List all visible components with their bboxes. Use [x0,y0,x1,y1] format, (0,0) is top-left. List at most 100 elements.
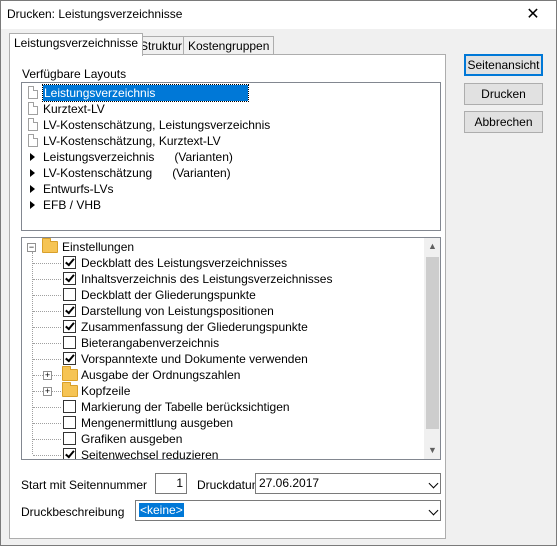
tree-root-label: Einstellungen [62,240,135,254]
expand-icon[interactable]: + [43,387,52,396]
checkmark-icon [65,304,75,315]
list-item-label: LV-Kostenschätzung, Kurztext-LV [43,134,221,148]
document-icon [28,86,38,99]
list-item-label: Kurztext-LV [43,102,105,116]
tree-item-label: Kopfzeile [81,384,131,398]
print-date-label: Druckdatum [197,478,262,492]
scroll-down-icon[interactable]: ▼ [424,442,440,459]
checkbox[interactable] [63,304,76,317]
tab-leistungsverzeichnisse[interactable]: Leistungsverzeichnisse [9,33,144,56]
start-page-label: Start mit Seitennummer [21,478,148,492]
checkbox[interactable] [63,416,76,429]
checkbox[interactable] [63,272,76,285]
tab-kostengruppen[interactable]: Kostengruppen [183,36,275,56]
list-item-label: LV-Kostenschätzung (Varianten) [43,166,231,180]
tree-item[interactable]: Deckblatt des Leistungsverzeichnisses [22,255,422,271]
collapse-icon[interactable]: − [27,243,36,252]
checkbox[interactable] [63,256,76,269]
checkbox[interactable] [63,352,76,365]
list-item[interactable]: Entwurfs-LVs [22,181,432,197]
tree-item-label: Inhaltsverzeichnis des Leistungsverzeich… [81,272,333,286]
list-item[interactable]: EFB / VHB [22,197,432,213]
window-title: Drucken: Leistungsverzeichnisse [7,7,183,21]
close-icon[interactable]: ✕ [510,1,556,29]
tree-item[interactable]: + Kopfzeile [22,382,422,399]
list-item[interactable]: LV-Kostenschätzung (Varianten) [22,165,432,181]
tree-item[interactable]: Bieterangabenverzeichnis [22,335,422,351]
tree-item-label: Seitenwechsel reduzieren [81,448,219,460]
checkbox[interactable] [63,320,76,333]
layouts-label: Verfügbare Layouts [22,67,127,81]
tree-root[interactable]: − Einstellungen [22,238,422,255]
document-icon [28,134,38,147]
expand-triangle-icon[interactable] [30,153,35,161]
tree-item[interactable]: Darstellung von Leistungspositionen [22,303,422,319]
tree-item-label: Markierung der Tabelle berücksichtigen [81,400,290,414]
checkbox[interactable] [63,336,76,349]
print-dialog: Drucken: Leistungsverzeichnisse ✕ Leistu… [0,0,557,546]
tab-panel: Verfügbare Layouts Leistungsverzeichnis K… [9,54,446,539]
print-description-select[interactable]: <keine> [135,500,441,521]
tree-item-label: Vorspanntexte und Dokumente verwenden [81,352,308,366]
checkmark-icon [65,320,75,331]
list-item-label: EFB / VHB [43,198,102,212]
checkmark-icon [65,272,75,283]
tree-item-label: Darstellung von Leistungspositionen [81,304,274,318]
expand-triangle-icon[interactable] [30,169,35,177]
tree-item-label: Deckblatt des Leistungsverzeichnisses [81,256,288,270]
list-item-label: Entwurfs-LVs [43,182,114,196]
tree-item-label: Mengenermittlung ausgeben [81,416,234,430]
tree-item[interactable]: Inhaltsverzeichnis des Leistungsverzeich… [22,271,422,287]
tree-item[interactable]: Zusammenfassung der Gliederungspunkte [22,319,422,335]
folder-icon [62,382,78,397]
folder-icon [62,366,78,381]
document-icon [28,118,38,131]
list-item[interactable]: Leistungsverzeichnis (Varianten) [22,149,432,165]
tree-item[interactable]: Mengenermittlung ausgeben [22,415,422,431]
list-item[interactable]: Leistungsverzeichnis [22,84,432,102]
expand-triangle-icon[interactable] [30,185,35,193]
checkmark-icon [65,256,75,267]
checkbox[interactable] [63,448,76,459]
list-item[interactable]: Kurztext-LV [22,101,432,117]
checkbox[interactable] [63,400,76,413]
chevron-down-icon[interactable] [428,478,439,489]
expand-icon[interactable]: + [43,371,52,380]
tree-item[interactable]: Seitenwechsel reduzieren [22,447,422,460]
checkbox[interactable] [63,432,76,445]
tree-item-label: Bieterangabenverzeichnis [81,336,220,350]
tree-item-label: Grafiken ausgeben [81,432,183,446]
checkmark-icon [65,448,75,459]
print-date-picker[interactable]: 27.06.2017 [255,473,441,494]
tree-item-label: Zusammenfassung der Gliederungspunkte [81,320,308,334]
print-date-value: 27.06.2017 [259,476,320,490]
print-description-value: <keine> [139,503,184,517]
settings-tree[interactable]: ▲ ▼ − Einstellungen Deckblatt des Leistung… [21,237,441,460]
preview-button[interactable]: Seitenansicht [464,54,543,76]
tree-item[interactable]: Deckblatt der Gliederungspunkte [22,287,422,303]
document-icon [28,102,38,115]
list-item[interactable]: LV-Kostenschätzung, Kurztext-LV [22,133,432,149]
tree-item[interactable]: Vorspanntexte und Dokumente verwenden [22,351,422,367]
list-item-label: Leistungsverzeichnis (Varianten) [43,150,233,164]
checkbox[interactable] [63,288,76,301]
tree-item[interactable]: Markierung der Tabelle berücksichtigen [22,399,422,415]
checkmark-icon [65,352,75,363]
print-button[interactable]: Drucken [464,83,543,105]
settings-scrollbar[interactable]: ▲ ▼ [424,238,440,459]
tree-item-label: Deckblatt der Gliederungspunkte [81,288,256,302]
expand-triangle-icon[interactable] [30,201,35,209]
print-description-label: Druckbeschreibung [21,505,125,519]
chevron-down-icon[interactable] [428,505,439,516]
cancel-button[interactable]: Abbrechen [464,111,543,133]
scroll-up-icon[interactable]: ▲ [424,238,440,255]
folder-icon [42,238,58,253]
title-bar: Drucken: Leistungsverzeichnisse ✕ [1,1,556,29]
scroll-thumb[interactable] [426,257,439,429]
tree-item[interactable]: + Ausgabe der Ordnungszahlen [22,366,422,383]
layouts-listbox[interactable]: Leistungsverzeichnis Kurztext-LV LV-Kosten… [21,82,441,231]
tree-item[interactable]: Grafiken ausgeben [22,431,422,447]
list-item[interactable]: LV-Kostenschätzung, Leistungsverzeichnis [22,117,432,133]
start-page-input[interactable]: 1 [155,473,187,494]
tree-item-label: Ausgabe der Ordnungszahlen [81,368,241,382]
